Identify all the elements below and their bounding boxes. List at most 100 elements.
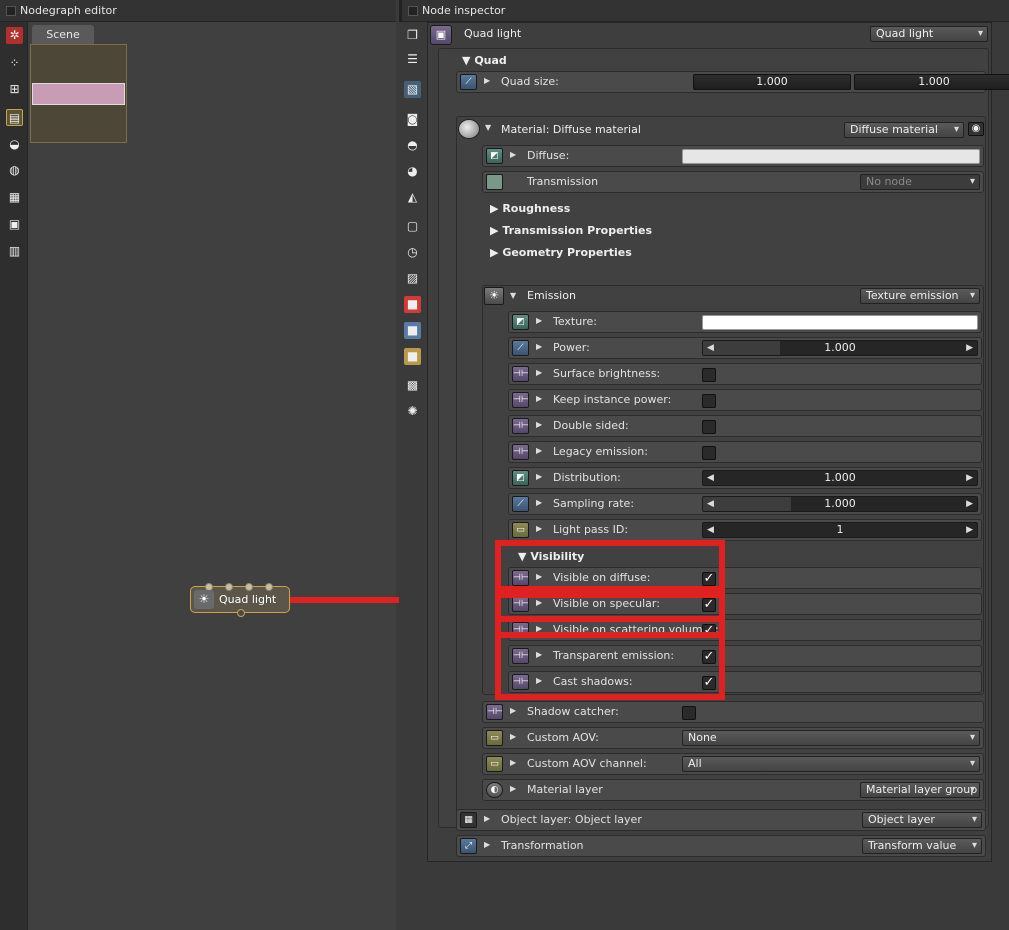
paint-bucket-icon[interactable]: ◒ xyxy=(6,136,23,153)
expand-arrow-icon[interactable]: ▶ xyxy=(536,624,542,633)
expand-arrow-icon[interactable]: ▶ xyxy=(484,814,490,823)
transmission-pin-icon[interactable] xyxy=(486,174,503,190)
bool-pin-icon[interactable]: ⊣⊢ xyxy=(486,704,503,720)
custom-aov-channel-dropdown[interactable]: All xyxy=(682,756,980,772)
expand-arrow-icon[interactable]: ▶ xyxy=(510,784,516,793)
tab-scene[interactable]: Scene xyxy=(32,25,94,45)
color-pin-icon[interactable]: ◩ xyxy=(486,148,503,164)
power-slider[interactable]: ◀ 1.000 ▶ xyxy=(702,340,978,356)
object-layer-pin-icon[interactable]: ▦ xyxy=(460,812,477,828)
expand-arrow-icon[interactable]: ▶ xyxy=(484,76,490,85)
picture-icon[interactable]: ▩ xyxy=(404,377,421,394)
camera-icon[interactable]: ◙ xyxy=(404,111,421,128)
expand-arrow-icon[interactable]: ▶ xyxy=(536,676,542,685)
expand-arrow-icon[interactable]: ▶ xyxy=(536,524,542,533)
bool-pin-icon[interactable]: ⊣⊢ xyxy=(512,444,529,460)
texture-icon[interactable]: ▨ xyxy=(404,270,421,287)
image-icon[interactable]: ▧ xyxy=(404,81,421,98)
enum-pin-icon[interactable]: ▭ xyxy=(486,730,503,746)
emission-type-dropdown[interactable]: Texture emission xyxy=(860,288,980,304)
bool-pin-icon[interactable]: ⊣⊢ xyxy=(512,596,529,612)
geometry-properties-header[interactable]: ▶ Geometry Properties xyxy=(490,246,632,259)
expand-arrow-icon[interactable]: ▶ xyxy=(510,150,516,159)
expand-arrow-icon[interactable]: ▶ xyxy=(536,572,542,581)
frame-icon[interactable]: ▢ xyxy=(404,218,421,235)
expand-arrow-icon[interactable]: ▶ xyxy=(510,706,516,715)
red-cube-icon[interactable]: ■ xyxy=(404,296,421,313)
light-pass-id-slider[interactable]: ◀ 1 ▶ xyxy=(702,522,978,538)
cast-shadows-checkbox[interactable]: ✓ xyxy=(702,676,716,690)
texture-swatch[interactable] xyxy=(702,315,978,330)
transmission-properties-header[interactable]: ▶ Transmission Properties xyxy=(490,224,652,237)
float-pin-icon[interactable]: ⟋ xyxy=(512,340,529,356)
stack-icon[interactable]: ■ xyxy=(404,348,421,365)
quad-size-y-field[interactable]: 1.000 xyxy=(854,74,1009,90)
surface-brightness-checkbox[interactable] xyxy=(702,368,716,382)
expand-arrow-icon[interactable]: ▶ xyxy=(536,368,542,377)
double-sided-checkbox[interactable] xyxy=(702,420,716,434)
layers-icon[interactable]: ❐ xyxy=(404,27,421,44)
diffuse-color-swatch[interactable] xyxy=(682,149,980,164)
expand-arrow-icon[interactable]: ▶ xyxy=(536,316,542,325)
bool-pin-icon[interactable]: ⊣⊢ xyxy=(512,570,529,586)
material-graph-icon[interactable]: ▤ xyxy=(6,109,23,126)
visible-on-diffuse-checkbox[interactable]: ✓ xyxy=(702,572,716,586)
sphere-shape-icon[interactable]: ◍ xyxy=(6,162,23,179)
expand-arrow-icon[interactable]: ▶ xyxy=(536,394,542,403)
scene-node-icon[interactable]: ✲ xyxy=(6,27,23,44)
transmission-dropdown[interactable]: No node xyxy=(860,174,980,190)
texture-pin-icon[interactable]: ◩ xyxy=(512,314,529,330)
pane-toggle-box[interactable] xyxy=(408,6,418,16)
quad-section-header[interactable]: ▼ Quad xyxy=(462,54,507,67)
expand-arrow-icon[interactable]: ▶ xyxy=(536,342,542,351)
bool-pin-icon[interactable]: ⊣⊢ xyxy=(512,392,529,408)
distribution-slider[interactable]: ◀ 1.000 ▶ xyxy=(702,470,978,486)
legacy-emission-checkbox[interactable] xyxy=(702,446,716,460)
object-layer-dropdown[interactable]: Object layer xyxy=(862,812,982,828)
quad-light-node[interactable]: ☀ Quad light xyxy=(190,583,290,617)
transparent-emission-checkbox[interactable]: ✓ xyxy=(702,650,716,664)
list-icon[interactable]: ☰ xyxy=(404,51,421,68)
visible-on-scattering-volumes-checkbox[interactable]: ✓ xyxy=(702,624,716,638)
transformation-dropdown[interactable]: Transform value xyxy=(862,838,982,854)
scene-thumbnail[interactable] xyxy=(30,44,127,143)
cube-grid-icon[interactable]: ▦ xyxy=(6,189,23,206)
texture-pin-icon[interactable]: ◩ xyxy=(512,470,529,486)
table-icon[interactable]: ▥ xyxy=(6,243,23,260)
visibility-section-header[interactable]: ▼ Visibility xyxy=(518,550,584,563)
material-layer-dropdown[interactable]: Material layer group xyxy=(860,782,980,798)
light-burst-icon[interactable]: ✺ xyxy=(404,403,421,420)
keep-instance-power-checkbox[interactable] xyxy=(702,394,716,408)
expand-arrow-icon[interactable]: ▶ xyxy=(536,472,542,481)
bool-pin-icon[interactable]: ⊣⊢ xyxy=(512,418,529,434)
bool-pin-icon[interactable]: ⊣⊢ xyxy=(512,648,529,664)
float-pin-icon[interactable]: ⟋ xyxy=(460,74,477,90)
material-icon[interactable]: ◭ xyxy=(404,189,421,206)
pane-toggle-box[interactable] xyxy=(6,6,16,16)
node-input-pin[interactable] xyxy=(225,583,233,591)
shadow-catcher-checkbox[interactable] xyxy=(682,706,696,720)
graph-layout-icon[interactable]: ⁘ xyxy=(6,55,23,72)
mesh-icon[interactable]: ◓ xyxy=(404,137,421,154)
material-layer-pin-icon[interactable]: ◐ xyxy=(486,782,503,798)
expand-arrow-icon[interactable]: ▶ xyxy=(510,732,516,741)
collapse-arrow-icon[interactable]: ▼ xyxy=(485,123,491,132)
visible-on-specular-checkbox[interactable]: ✓ xyxy=(702,598,716,612)
transform-pin-icon[interactable]: ⤢ xyxy=(460,838,477,854)
eye-icon[interactable]: ◉ xyxy=(968,122,984,136)
expand-arrow-icon[interactable]: ▶ xyxy=(536,650,542,659)
node-type-dropdown[interactable]: Quad light xyxy=(870,26,988,42)
roughness-section-header[interactable]: ▶ Roughness xyxy=(490,202,570,215)
float-pin-icon[interactable]: ⟋ xyxy=(512,496,529,512)
material-type-dropdown[interactable]: Diffuse material xyxy=(844,122,964,138)
expand-arrow-icon[interactable]: ▶ xyxy=(510,758,516,767)
node-input-pin[interactable] xyxy=(245,583,253,591)
enum-pin-icon[interactable]: ▭ xyxy=(486,756,503,772)
expand-arrow-icon[interactable]: ▶ xyxy=(536,598,542,607)
bool-pin-icon[interactable]: ⊣⊢ xyxy=(512,674,529,690)
collapse-arrow-icon[interactable]: ▼ xyxy=(510,291,516,300)
blue-cube-icon[interactable]: ■ xyxy=(404,322,421,339)
custom-aov-dropdown[interactable]: None xyxy=(682,730,980,746)
quad-size-x-field[interactable]: 1.000 xyxy=(693,74,851,90)
render-target-icon[interactable]: ▣ xyxy=(6,216,23,233)
